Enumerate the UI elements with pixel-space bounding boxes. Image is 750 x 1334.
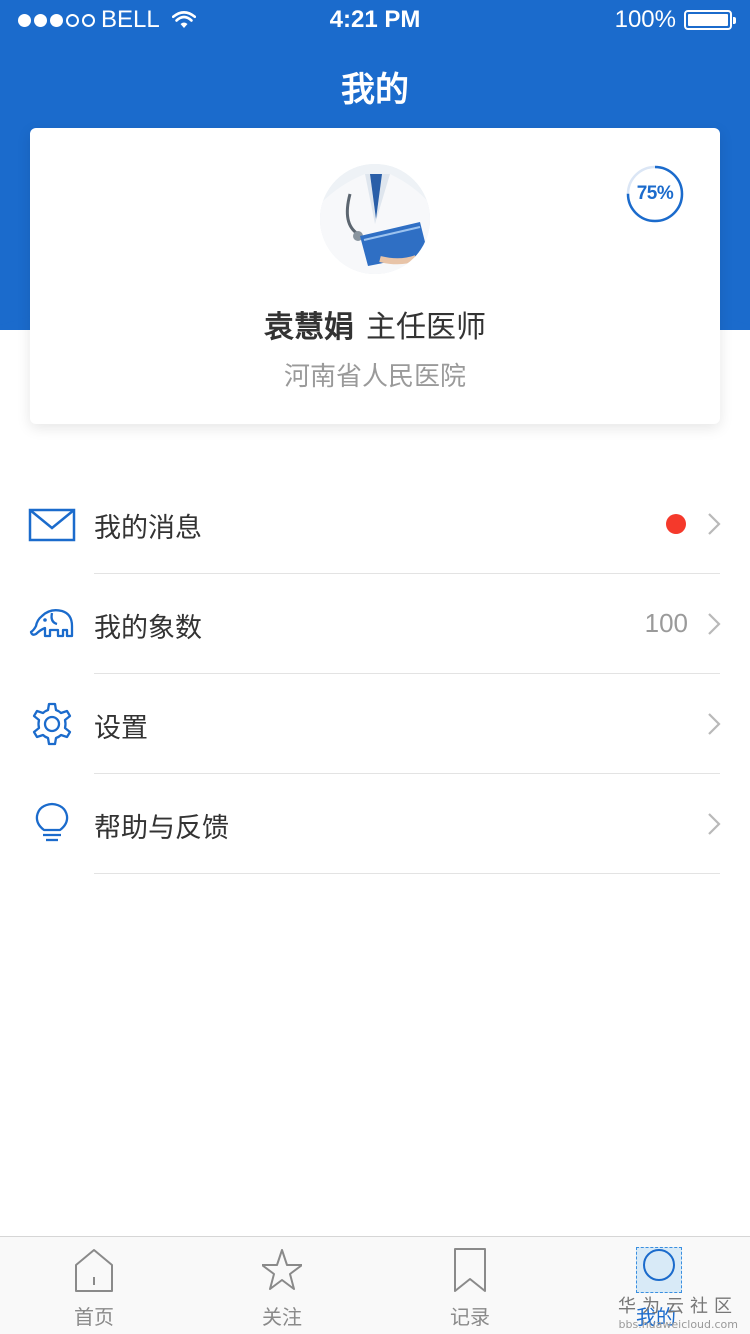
doctor-title: 主任医师 — [366, 310, 486, 345]
menu-label: 帮助与反馈 — [94, 813, 229, 844]
mail-icon — [28, 508, 76, 542]
menu-item-help[interactable]: 帮助与反馈 — [0, 774, 750, 874]
chevron-right-icon — [708, 613, 721, 635]
divider — [94, 873, 720, 874]
menu-list: 我的消息 我的象数 100 设置 帮助与反馈 — [0, 474, 750, 874]
menu-item-settings[interactable]: 设置 — [0, 674, 750, 774]
doctor-name: 袁慧娟 — [264, 310, 354, 345]
points-value: 100 — [644, 608, 688, 638]
profile-completion-label: 75% — [636, 183, 674, 204]
menu-label: 设置 — [94, 713, 148, 744]
menu-item-messages[interactable]: 我的消息 — [0, 474, 750, 574]
battery-percent: 100% — [614, 6, 676, 33]
chevron-right-icon — [708, 813, 721, 835]
watermark-text: 华为云社区 — [618, 1296, 738, 1317]
watermark-url: bbs.huaweicloud.com — [618, 1318, 738, 1331]
tab-label: 记录 — [450, 1305, 490, 1329]
page-title: 我的 — [341, 70, 409, 110]
doctor-avatar-image — [320, 164, 430, 274]
doctor-avatar[interactable] — [320, 164, 430, 274]
profile-icon — [643, 1249, 675, 1281]
star-icon — [262, 1249, 302, 1290]
chevron-right-icon — [708, 513, 721, 535]
gear-icon — [32, 702, 72, 746]
battery-icon — [684, 10, 736, 30]
menu-item-points[interactable]: 我的象数 100 — [0, 574, 750, 674]
watermark: 华为云社区 bbs.huaweicloud.com — [618, 1292, 738, 1331]
home-icon — [75, 1249, 113, 1292]
tab-records[interactable]: 记录 — [376, 1237, 564, 1334]
hospital-name: 河南省人民医院 — [283, 362, 466, 392]
chevron-right-icon — [708, 713, 721, 735]
menu-label: 我的象数 — [94, 613, 202, 644]
unread-badge — [666, 514, 686, 534]
bookmark-icon — [454, 1248, 486, 1292]
status-bar: BELL 4:21 PM 100% — [0, 0, 750, 40]
tab-label: 关注 — [262, 1305, 302, 1329]
tab-follow[interactable]: 关注 — [188, 1237, 376, 1334]
tab-home[interactable]: 首页 — [0, 1237, 188, 1334]
status-right: 100% — [614, 6, 736, 34]
lightbulb-icon — [35, 802, 69, 842]
elephant-icon — [29, 609, 74, 638]
profile-card[interactable]: 75% 袁慧娟 主任医师 河南省人民医院 — [30, 128, 720, 424]
tab-label: 首页 — [74, 1305, 114, 1329]
doctor-name-line: 袁慧娟 主任医师 — [30, 302, 720, 346]
menu-label: 我的消息 — [94, 513, 202, 544]
